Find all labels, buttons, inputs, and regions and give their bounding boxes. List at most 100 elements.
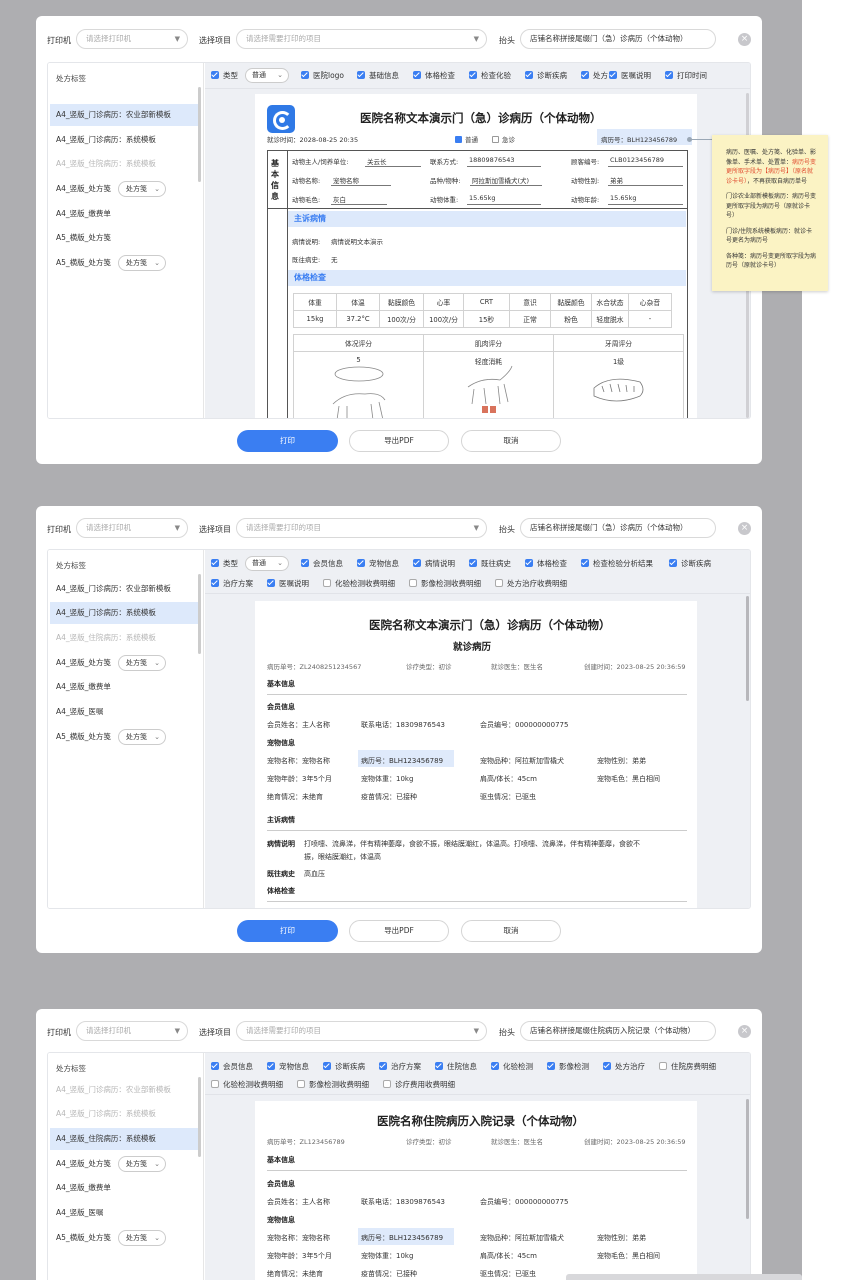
sidebar-item[interactable]: A4_竖版_缴费单 [50,1177,198,1199]
sidebar-item[interactable]: A5_横版_处方笺 [50,227,198,249]
sidebar-item[interactable]: A4_竖版_缴费单 [50,676,198,698]
checkbox[interactable]: 基础信息 [357,71,399,81]
checkbox[interactable]: 体格检查 [525,559,567,569]
checkbox[interactable]: 病情说明 [413,559,455,569]
dialog-body: 处方标签 A4_竖版_门诊病历：农业部新模板 A4_竖版_门诊病历：系统模板 A… [47,62,751,419]
project-select[interactable]: 请选择需要打印的项目 ▼ [236,518,487,538]
sidebar-item[interactable]: A4_竖版_住院病历：系统模板 [50,153,198,175]
checkbox[interactable]: 会员信息 [211,1062,253,1072]
printer-select[interactable]: 请选择打印机 ▼ [76,518,188,538]
sidebar-scrollbar[interactable] [198,574,201,654]
normal-checkbox[interactable]: 普通 [455,134,478,144]
rx-select[interactable]: 处方笺 ⌄ [118,1230,166,1246]
rx-select[interactable]: 处方笺 ⌄ [118,255,166,271]
checkbox[interactable]: 影像检测收费明细 [409,579,481,589]
close-icon[interactable]: × [738,33,751,46]
close-icon[interactable]: × [738,1025,751,1038]
sidebar-item[interactable]: A4_竖版_门诊病历：农业部新模板 [50,104,198,126]
checkbox[interactable]: 诊断疾病 [323,1062,365,1072]
export-pdf-button[interactable]: 导出PDF [349,920,449,942]
checkbox[interactable]: 影像检测 [547,1062,589,1072]
note-paragraph: 门诊农业部新模板病历：病历号变更所取字段为病历号（原就诊卡号） [726,193,817,219]
checkbox[interactable]: 化验检测收费明细 [323,579,395,589]
emergency-checkbox[interactable]: 急诊 [492,134,515,144]
type-checkbox[interactable]: 类型 [211,71,238,81]
horizontal-scrollbar[interactable] [566,1274,802,1280]
checkbox[interactable]: 处方治疗收费明细 [495,579,567,589]
chevron-down-icon: ⌄ [154,659,160,667]
project-label: 选择项目 [199,36,231,45]
checkbox[interactable]: 住院房费明细 [659,1062,716,1072]
history-value: 高血压 [304,870,325,878]
checkbox[interactable]: 治疗方案 [211,579,253,589]
sidebar-item[interactable]: A4_竖版_住院病历：系统模板 [50,627,198,649]
rx-select[interactable]: 处方笺 ⌄ [118,729,166,745]
rx-select[interactable]: 处方笺 ⌄ [118,655,166,671]
checkbox[interactable]: 检查化验 [469,71,511,81]
checkbox[interactable]: 宠物信息 [357,559,399,569]
checkbox[interactable]: 会员信息 [301,559,343,569]
checkbox[interactable]: 医嘱说明 [267,579,309,589]
preview-scrollbar[interactable] [746,1099,749,1219]
sidebar-item[interactable]: A4_竖版_门诊病历：农业部新模板 [50,578,198,600]
sidebar-item[interactable]: A4_竖版_医嘱 [50,701,198,723]
checkbox[interactable]: 既往病史 [469,559,511,569]
sidebar-scrollbar[interactable] [198,1077,201,1157]
checkbox[interactable]: 影像检测收费明细 [297,1080,369,1090]
rx-select[interactable]: 处方笺 ⌄ [118,181,166,197]
history-label: 既往病史: [292,256,321,264]
sidebar-item[interactable]: A4_竖版_门诊病历：系统模板 [50,129,198,151]
rx-select[interactable]: 处方笺 ⌄ [118,1156,166,1172]
sidebar-item[interactable]: A4_竖版_门诊病历：系统模板 [50,602,198,624]
checkbox[interactable]: 打印时间 [665,71,707,81]
basic-info-label: 基本信息 [271,159,279,201]
header-input[interactable]: 店铺名称拼接尾缀门（急）诊病历（个体动物） [520,29,716,49]
project-select[interactable]: 请选择需要打印的项目 ▼ [236,29,487,49]
underline [331,204,387,205]
sidebar-item[interactable]: A4_竖版_门诊病历：系统模板 [50,1103,198,1125]
checkbox[interactable]: 医院logo [301,71,344,81]
preview-area: 类型 普通 ⌄ 医院logo 基础信息 体格检查 检查化验 诊断疾病 处方 医嘱说… [205,63,750,418]
checkbox[interactable]: 化验检测 [491,1062,533,1072]
checkbox[interactable]: 诊断疾病 [669,559,711,569]
history-label: 既往病史 [267,870,295,878]
header-input[interactable]: 店铺名称拼接尾缀门（急）诊病历（个体动物） [520,518,716,538]
header-input[interactable]: 店铺名称拼接尾缀住院病历入院记录（个体动物） [520,1021,716,1041]
checkbox[interactable]: 住院信息 [435,1062,477,1072]
type-checkbox[interactable]: 类型 [211,559,238,569]
sidebar-scrollbar[interactable] [198,87,201,182]
preview-scrollbar[interactable] [746,596,749,701]
cancel-button[interactable]: 取消 [461,430,561,452]
checkbox[interactable]: 体格检查 [413,71,455,81]
checkbox[interactable]: 治疗方案 [379,1062,421,1072]
member-no: 会员编号：000000000775 [480,721,569,729]
close-icon[interactable]: × [738,522,751,535]
checkbox[interactable]: 处方治疗 [603,1062,645,1072]
toolbar: 打印机 请选择打印机 ▼ 选择项目 请选择需要打印的项目 ▼ 抬头 店铺名称拼接尾缀… [36,506,762,546]
sidebar-item[interactable]: A4_竖版_医嘱 [50,1202,198,1224]
checkbox[interactable]: 宠物信息 [267,1062,309,1072]
sidebar-item[interactable]: A4_竖版_住院病历：系统模板 [50,1128,198,1150]
chevron-down-icon: ⌄ [277,71,283,79]
phone: 联系电话：18309876543 [361,721,445,729]
checkbox[interactable]: 医嘱说明 [609,71,651,81]
printer-select[interactable]: 请选择打印机 ▼ [76,29,188,49]
checkbox[interactable]: 处方 [581,71,608,81]
export-pdf-button[interactable]: 导出PDF [349,430,449,452]
printer-select[interactable]: 请选择打印机 ▼ [76,1021,188,1041]
checkbox[interactable]: 化验检测收费明细 [211,1080,283,1090]
printer-label: 打印机 [47,1028,71,1037]
type-select[interactable]: 普通 ⌄ [245,556,289,571]
project-select[interactable]: 请选择需要打印的项目 ▼ [236,1021,487,1041]
type-select[interactable]: 普通 ⌄ [245,68,289,83]
sidebar-item[interactable]: A4_竖版_缴费单 [50,203,198,225]
print-button[interactable]: 打印 [237,430,338,452]
checkbox[interactable]: 诊断疾病 [525,71,567,81]
pet-height: 肩高/体长：45cm [480,1252,537,1260]
record-number: 病历号：BLH123456789 [361,757,444,765]
sidebar-item[interactable]: A4_竖版_门诊病历：农业部新模板 [50,1079,198,1101]
cancel-button[interactable]: 取消 [461,920,561,942]
print-button[interactable]: 打印 [237,920,338,942]
checkbox[interactable]: 检查检验分析结果 [581,559,653,569]
checkbox[interactable]: 诊疗费用收费明细 [383,1080,455,1090]
